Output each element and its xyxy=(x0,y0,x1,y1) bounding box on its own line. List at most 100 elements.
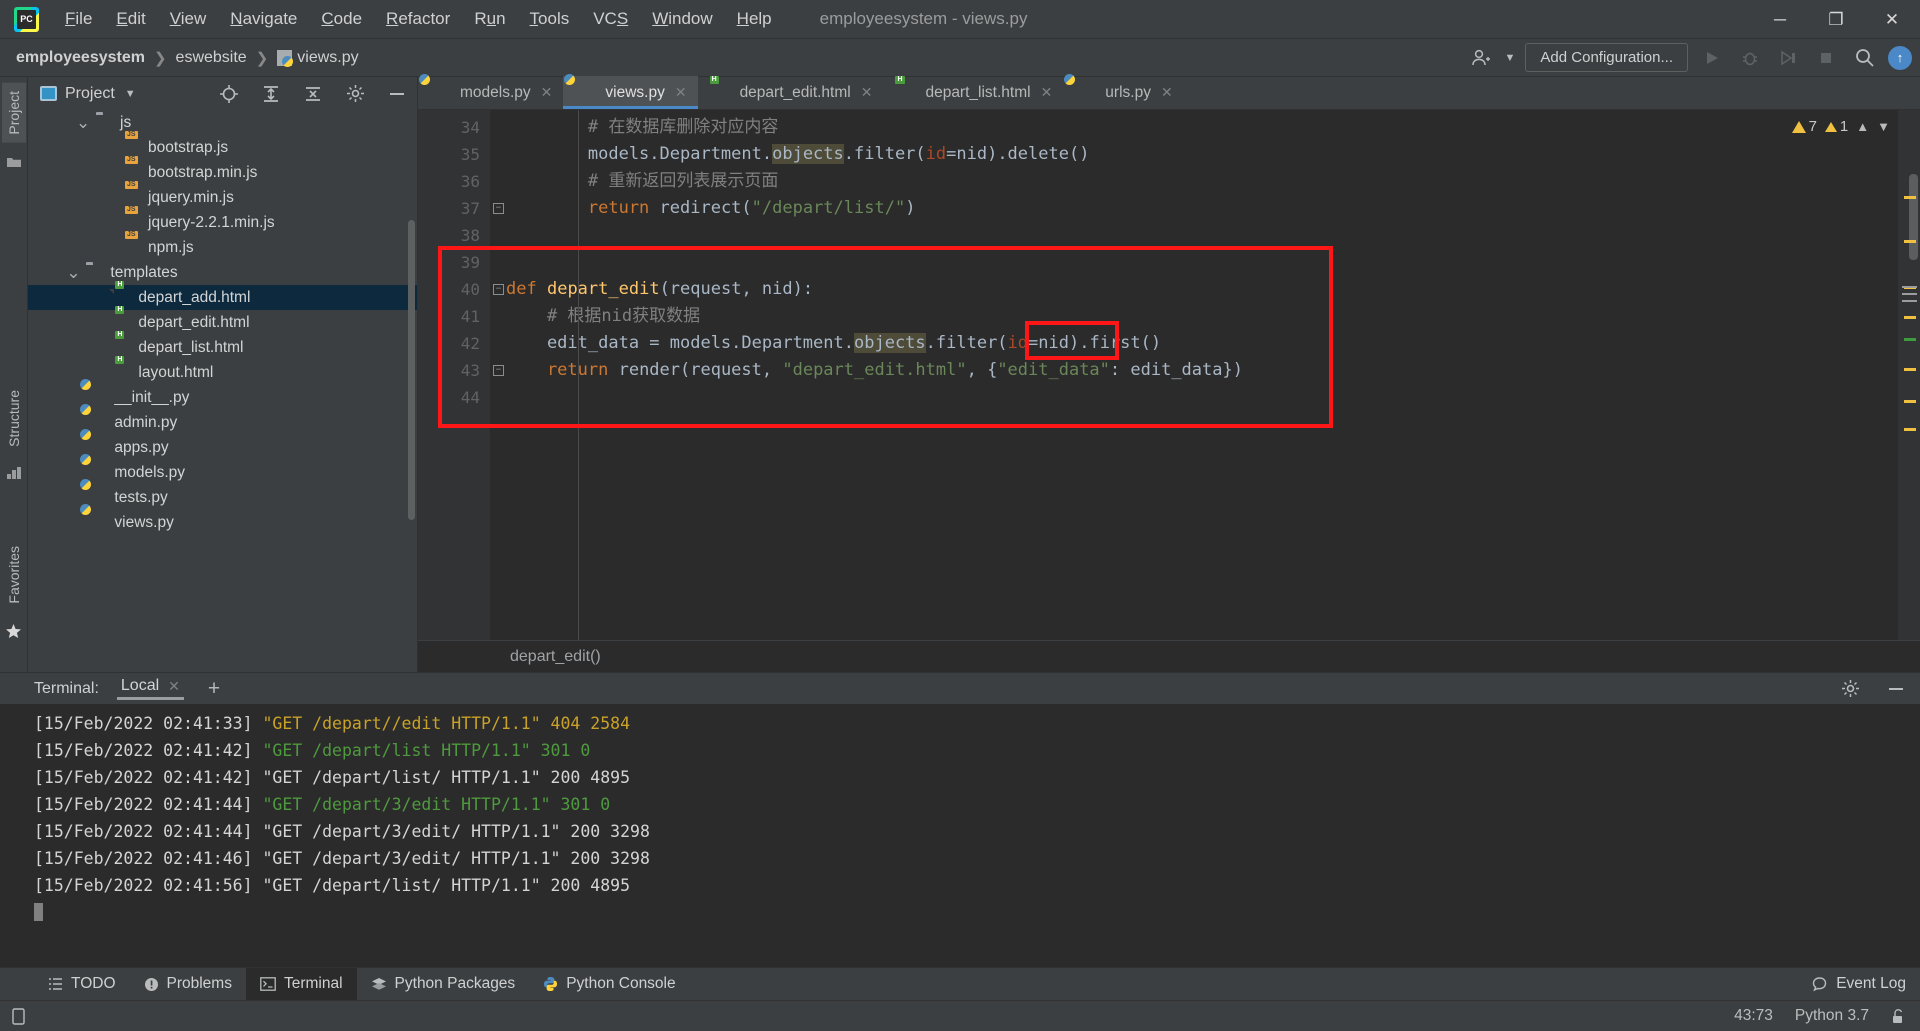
editor-tab-urls-py[interactable]: urls.py ✕ xyxy=(1063,74,1183,109)
sidebar-item-favorites[interactable]: Favorites xyxy=(2,538,26,612)
bottom-tab-problems[interactable]: Problems xyxy=(130,968,246,1001)
editor-code[interactable]: # 在数据库删除对应内容 models.Department.objects.f… xyxy=(490,110,1898,640)
tree-item-bootstrap-js[interactable]: JS bootstrap.js xyxy=(28,131,417,160)
line-number[interactable]: 41 xyxy=(418,303,490,330)
expand-all-icon[interactable] xyxy=(257,80,285,108)
tree-item-depart-add-html[interactable]: Hdepart_add.html xyxy=(28,281,417,310)
menu-item-view[interactable]: View xyxy=(158,7,219,31)
chevron-down-icon[interactable]: ▼ xyxy=(125,88,136,100)
terminal-cursor-line[interactable] xyxy=(34,899,1920,926)
event-log-button[interactable]: Event Log xyxy=(1811,975,1906,993)
close-icon[interactable]: ✕ xyxy=(1041,84,1053,101)
locate-icon[interactable] xyxy=(215,80,243,108)
code-line[interactable]: # 重新返回列表展示页面 xyxy=(490,168,1898,195)
menu-item-refactor[interactable]: Refactor xyxy=(374,7,462,31)
menu-item-run[interactable]: Run xyxy=(462,7,517,31)
tree-item-jquery-2-2-1-min-js[interactable]: JS jquery-2.2.1.min.js xyxy=(28,206,417,235)
bottom-tab-terminal[interactable]: Terminal xyxy=(245,967,357,1001)
editor-scrollbar[interactable] xyxy=(1909,174,1918,260)
stop-icon[interactable] xyxy=(1812,44,1840,72)
warning-count[interactable]: 7 xyxy=(1791,118,1817,135)
bottom-tab-todo[interactable]: TODO xyxy=(34,968,130,1001)
hide-panel-icon[interactable] xyxy=(383,80,411,108)
project-tree[interactable]: ⌄ js JS bootstrap.js JS bootstrap.min.js JS jqu… xyxy=(28,110,417,672)
chevron-down-icon[interactable]: ⌄ xyxy=(76,114,90,131)
debug-icon[interactable] xyxy=(1736,44,1764,72)
marker-warning[interactable] xyxy=(1904,316,1916,319)
updates-icon[interactable]: ↑ xyxy=(1888,45,1912,70)
breadcrumb-item-eswebsite[interactable]: eswebsite xyxy=(176,49,247,67)
maximize-button[interactable]: ❐ xyxy=(1808,0,1864,39)
code-line[interactable]: edit_data = models.Department.objects.fi… xyxy=(490,330,1898,357)
run-icon[interactable] xyxy=(1698,44,1726,72)
marker-warning[interactable] xyxy=(1904,400,1916,403)
tree-item-bootstrap-min-js[interactable]: JS bootstrap.min.js xyxy=(28,156,417,185)
line-number[interactable]: 44 xyxy=(418,384,490,411)
editor-status-breadcrumb[interactable]: depart_edit() xyxy=(418,640,1920,672)
breadcrumb-item-employeesystem[interactable]: employeesystem xyxy=(16,49,145,67)
sidebar-item-structure[interactable]: Structure xyxy=(2,382,26,455)
chevron-down-icon[interactable]: ▼ xyxy=(1877,119,1890,134)
inspection-summary[interactable]: 7 1 ▲ ▼ xyxy=(1791,118,1890,135)
line-number[interactable]: 39 xyxy=(418,249,490,276)
user-icon[interactable] xyxy=(1467,44,1495,72)
add-configuration-button[interactable]: Add Configuration... xyxy=(1525,43,1688,72)
line-number[interactable]: 40− xyxy=(418,276,504,303)
python-interpreter[interactable]: Python 3.7 xyxy=(1795,1007,1869,1025)
sidebar-item-project[interactable]: Project xyxy=(1,83,26,143)
editor-tab-views-py[interactable]: views.py ✕ xyxy=(563,74,698,109)
code-line[interactable]: models.Department.objects.filter(id=nid)… xyxy=(490,141,1898,168)
line-number[interactable]: 43− xyxy=(418,357,504,384)
code-line[interactable]: def depart_edit(request, nid): xyxy=(490,276,1898,303)
bottom-tab-python-packages[interactable]: Python Packages xyxy=(357,968,530,1001)
editor-marker-rail[interactable] xyxy=(1898,110,1920,640)
search-icon[interactable] xyxy=(1850,44,1878,72)
menu-item-navigate[interactable]: Navigate xyxy=(218,7,309,31)
new-terminal-button[interactable]: + xyxy=(208,677,220,701)
hide-panel-icon[interactable] xyxy=(1882,675,1910,703)
tree-item-depart-edit-html[interactable]: Hdepart_edit.html xyxy=(28,306,417,335)
tree-item-depart-list-html[interactable]: Hdepart_list.html xyxy=(28,331,417,360)
close-button[interactable]: ✕ xyxy=(1864,0,1920,39)
code-line[interactable]: return render(request, "depart_edit.html… xyxy=(490,357,1898,384)
bottom-tab-python-console[interactable]: Python Console xyxy=(529,968,689,1001)
chevron-up-icon[interactable]: ▲ xyxy=(1856,119,1869,134)
editor-tab-depart-edit-html[interactable]: Hdepart_edit.html ✕ xyxy=(698,76,884,109)
line-number[interactable]: 38 xyxy=(418,222,490,249)
marker-warning[interactable] xyxy=(1904,196,1916,199)
menu-item-vcs[interactable]: VCS xyxy=(581,7,640,31)
close-icon[interactable]: ✕ xyxy=(861,84,873,101)
collapse-all-icon[interactable] xyxy=(299,80,327,108)
editor-tab-models-py[interactable]: models.py ✕ xyxy=(418,74,563,109)
line-number[interactable]: 34 xyxy=(418,114,490,141)
code-line[interactable]: # 在数据库删除对应内容 xyxy=(490,114,1898,141)
minimize-button[interactable]: ─ xyxy=(1752,0,1808,39)
close-icon[interactable]: ✕ xyxy=(168,678,180,695)
close-icon[interactable]: ✕ xyxy=(541,84,553,101)
code-line[interactable]: return redirect("/depart/list/") xyxy=(490,195,1898,222)
terminal-output[interactable]: [15/Feb/2022 02:41:33] "GET /depart//edi… xyxy=(0,704,1920,967)
marker-ok[interactable] xyxy=(1904,338,1916,341)
tree-item-npm-js[interactable]: JS npm.js xyxy=(28,231,417,260)
terminal-tab-local[interactable]: Local ✕ xyxy=(116,677,184,700)
menu-item-file[interactable]: File xyxy=(53,7,104,31)
marker-warning[interactable] xyxy=(1904,240,1916,243)
close-icon[interactable]: ✕ xyxy=(675,84,687,101)
memory-indicator-icon[interactable] xyxy=(10,1007,27,1026)
breadcrumb-item-views-py[interactable]: views.py xyxy=(277,49,359,67)
settings-icon[interactable] xyxy=(341,80,369,108)
menu-item-tools[interactable]: Tools xyxy=(518,7,582,31)
code-line[interactable]: # 根据nid获取数据 xyxy=(490,303,1898,330)
code-line[interactable] xyxy=(490,384,1898,411)
marker-warning[interactable] xyxy=(1904,368,1916,371)
line-number[interactable]: 35 xyxy=(418,141,490,168)
weak-warning-count[interactable]: 1 xyxy=(1824,118,1848,135)
settings-icon[interactable] xyxy=(1836,675,1864,703)
line-number[interactable]: 36 xyxy=(418,168,490,195)
menu-item-window[interactable]: Window xyxy=(640,7,724,31)
coverage-icon[interactable] xyxy=(1774,44,1802,72)
editor-tab-depart-list-html[interactable]: Hdepart_list.html ✕ xyxy=(883,76,1063,109)
tree-item-views-py[interactable]: views.py xyxy=(28,504,417,535)
line-number[interactable]: 37− xyxy=(418,195,504,222)
project-scrollbar[interactable] xyxy=(408,220,415,520)
